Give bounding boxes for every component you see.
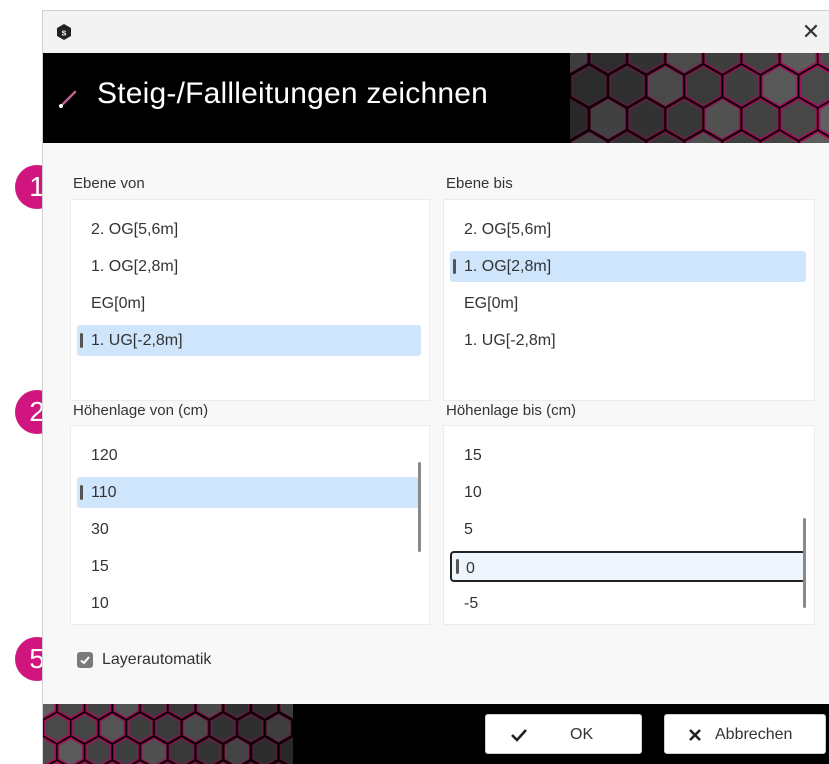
hexagon-shape: [251, 704, 278, 720]
hexagon-shape: [210, 712, 237, 744]
hexagon-shape: [608, 64, 646, 108]
scrollbar-thumb[interactable]: [418, 462, 421, 552]
list-item[interactable]: 110: [77, 477, 421, 508]
list-item[interactable]: 30: [77, 514, 421, 545]
hexagon-shape: [113, 736, 140, 764]
list-item[interactable]: 1. OG[2,8m]: [77, 251, 421, 282]
hexagon-shape: [237, 712, 264, 744]
footer-bar: OK Abbrechen: [43, 704, 829, 764]
hexagon-shape: [196, 736, 223, 764]
dialog-window: s ✕ Steig-/Fallleitungen zeichnen Ebene …: [42, 10, 829, 764]
ebene-bis-label: Ebene bis: [446, 175, 513, 192]
hexagon-shape: [627, 97, 665, 141]
hexagon-pattern: [570, 53, 829, 143]
hexagon-shape: [761, 64, 798, 108]
hoehe-bis-label: Höhenlage bis (cm): [446, 402, 577, 419]
hexagon-shape: [666, 97, 703, 141]
hexagon-shape: [57, 704, 84, 720]
list-item[interactable]: 10: [77, 588, 421, 619]
hexagon-shape: [57, 736, 84, 764]
hexagon-shape: [685, 64, 722, 108]
hexagon-shape: [265, 712, 292, 744]
check-icon: [80, 656, 90, 665]
hexagon-shape: [704, 97, 741, 141]
list-item[interactable]: 15: [77, 551, 421, 582]
ok-label: OK: [570, 726, 594, 743]
hexagon-shape: [799, 64, 829, 108]
cross-icon: [689, 729, 701, 741]
hoehe-von-list[interactable]: 120 110 30 15 10: [70, 425, 430, 625]
list-item[interactable]: 15: [450, 440, 806, 471]
ebene-von-label: Ebene von: [73, 175, 145, 192]
hexagon-shape: [168, 736, 195, 764]
hoehe-bis-list[interactable]: 15 10 5 0 -5: [443, 425, 815, 625]
hexagon-shape: [182, 712, 209, 744]
hexagon-pattern-footer: [43, 704, 293, 764]
cancel-button[interactable]: Abbrechen: [664, 714, 826, 754]
hexagon-shape: [223, 704, 251, 720]
hexagon-shape: [126, 712, 154, 744]
hexagon-shape: [196, 704, 223, 720]
ok-button[interactable]: OK: [485, 714, 642, 754]
header-banner: Steig-/Fallleitungen zeichnen: [43, 53, 829, 143]
hexagon-shape: [85, 704, 112, 720]
list-item[interactable]: 1. UG[-2,8m]: [77, 325, 421, 356]
hexagon-shape: [43, 736, 57, 764]
list-item[interactable]: 10: [450, 477, 806, 508]
layerautomatik-checkbox[interactable]: [77, 652, 93, 668]
app-logo-icon: s: [56, 24, 72, 40]
list-item[interactable]: 1. UG[-2,8m]: [450, 325, 806, 356]
hexagon-shape: [43, 712, 70, 744]
hexagon-shape: [570, 64, 608, 108]
list-item[interactable]: EG[0m]: [450, 288, 806, 319]
hexagon-shape: [279, 736, 293, 764]
svg-text:s: s: [61, 28, 66, 38]
hexagon-shape: [140, 704, 167, 720]
list-item[interactable]: 2. OG[5,6m]: [77, 214, 421, 245]
list-item[interactable]: 5: [450, 514, 806, 545]
list-item[interactable]: EG[0m]: [77, 288, 421, 319]
hexagon-shape: [723, 64, 760, 108]
ebene-von-list[interactable]: 2. OG[5,6m] 1. OG[2,8m] EG[0m] 1. UG[-2,8m]: [70, 199, 430, 401]
hexagon-shape: [742, 97, 779, 141]
hexagon-shape: [646, 64, 684, 108]
hexagon-shape: [113, 704, 140, 720]
hexagon-shape: [570, 97, 589, 141]
hexagon-shape: [780, 97, 817, 141]
hexagon-shape: [223, 736, 251, 764]
list-item[interactable]: -5: [450, 588, 806, 619]
list-item[interactable]: 1. OG[2,8m]: [450, 251, 806, 282]
title-bar: s ✕: [43, 11, 829, 53]
checkmark-icon: [511, 729, 527, 742]
hoehe-von-label: Höhenlage von (cm): [73, 402, 209, 419]
list-item[interactable]: 120: [77, 440, 421, 471]
cancel-label: Abbrechen: [715, 726, 793, 743]
hexagon-shape: [251, 736, 278, 764]
hexagon-shape: [589, 97, 627, 141]
list-item[interactable]: 0: [450, 551, 806, 582]
page-title: Steig-/Fallleitungen zeichnen: [97, 77, 489, 110]
ebene-bis-list[interactable]: 2. OG[5,6m] 1. OG[2,8m] EG[0m] 1. UG[-2,8m]: [443, 199, 815, 401]
hexagon-shape: [168, 704, 195, 720]
hexagon-shape: [85, 736, 112, 764]
close-icon[interactable]: ✕: [796, 17, 826, 47]
hexagon-shape: [154, 712, 181, 744]
hexagon-shape: [140, 736, 167, 764]
pen-icon: [55, 85, 81, 111]
hexagon-shape: [99, 712, 126, 744]
scrollbar-thumb[interactable]: [803, 518, 806, 608]
hexagon-shape: [71, 712, 98, 744]
list-item[interactable]: 2. OG[5,6m]: [450, 214, 806, 245]
layerautomatik-label[interactable]: Layerautomatik: [102, 651, 211, 669]
